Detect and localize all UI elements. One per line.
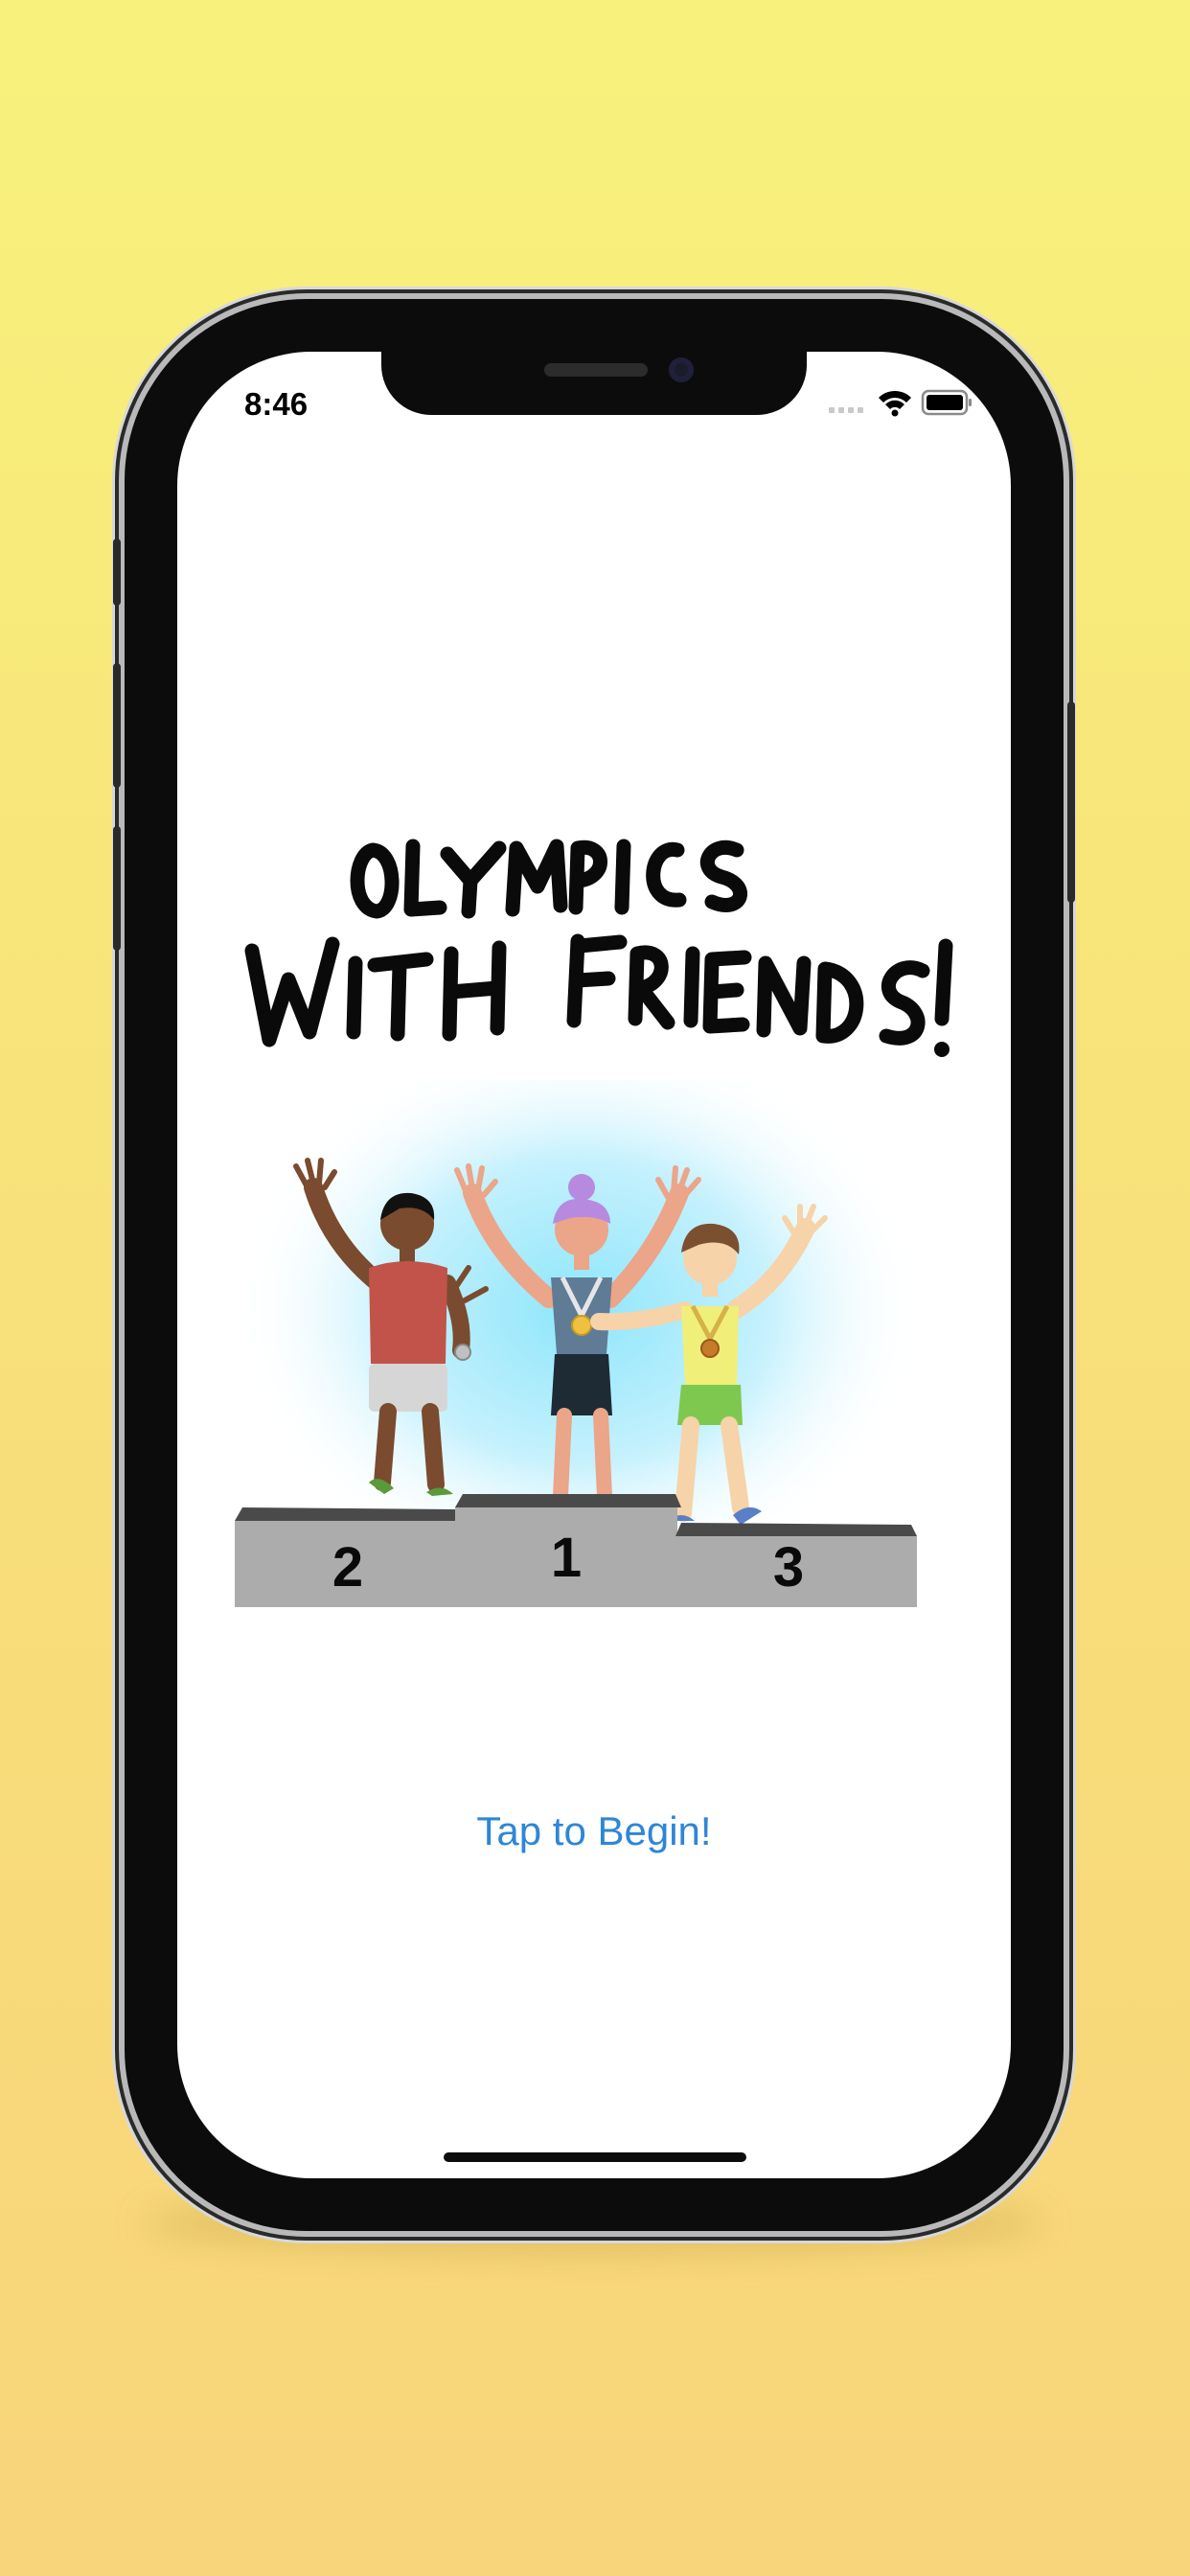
app-screen: 8:46 2 1 3 Tap to Begin!	[177, 352, 1011, 2178]
speaker-grille	[544, 363, 648, 377]
podium-label-third: 3	[773, 1536, 804, 1598]
status-icons	[829, 388, 973, 417]
podium-illustration: 2 1 3	[235, 1080, 925, 1607]
title-logo	[244, 839, 953, 1057]
front-camera	[669, 357, 694, 382]
podium-label-second: 2	[332, 1536, 363, 1598]
notch	[381, 352, 807, 415]
tap-to-begin-button[interactable]: Tap to Begin!	[177, 1808, 1011, 1854]
phone-frame: 8:46 2 1 3 Tap to Begin!	[113, 299, 1075, 2231]
home-indicator[interactable]	[444, 2152, 746, 2162]
volume-down-button	[113, 826, 121, 951]
wifi-icon	[879, 390, 911, 417]
status-time: 8:46	[244, 386, 309, 422]
podium-label-first: 1	[551, 1527, 582, 1589]
power-button	[1067, 702, 1075, 903]
silent-switch	[113, 539, 121, 606]
cellular-signal-icon	[829, 407, 863, 413]
volume-up-button	[113, 663, 121, 788]
battery-icon	[921, 389, 972, 416]
